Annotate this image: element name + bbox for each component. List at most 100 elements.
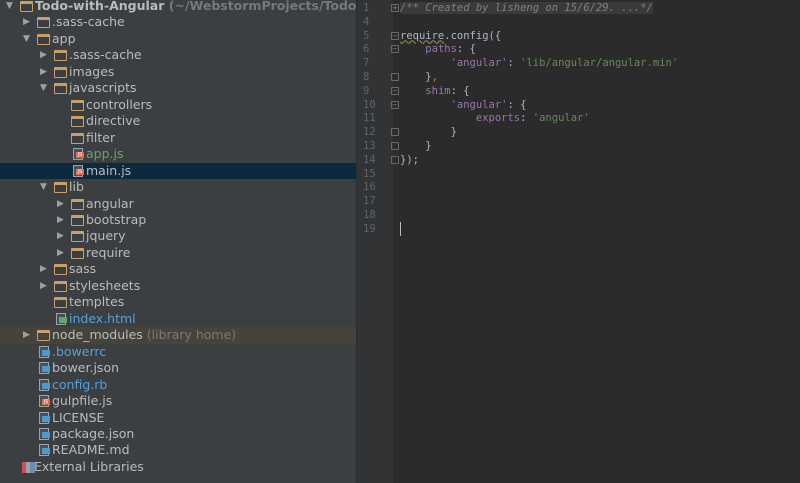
- tree-item[interactable]: ▶ node_modules (library home): [0, 327, 356, 344]
- tree-item[interactable]: LICENSE: [0, 410, 356, 427]
- tree-item[interactable]: controllers: [0, 97, 356, 114]
- folder-icon: [71, 247, 84, 259]
- tree-item-label: bower.json: [52, 360, 120, 376]
- expand-arrow-right-icon[interactable]: ▶: [40, 64, 50, 81]
- code-line[interactable]: },: [400, 70, 438, 84]
- expand-arrow-right-icon[interactable]: ▶: [57, 212, 67, 229]
- editor-gutter: 1 4 5 6 7 8 9 10 11 12 13 14 15 16 17 18 19: [357, 0, 393, 483]
- js-file-icon: JS: [73, 148, 84, 161]
- expand-arrow-down-icon[interactable]: ▼: [23, 31, 33, 48]
- tree-item[interactable]: ▼ Todo-with-Angular (~/WebstormProjects/T…: [0, 0, 356, 15]
- folder-icon: [71, 99, 84, 111]
- tree-item[interactable]: ▶ angular: [0, 196, 356, 213]
- code-line[interactable]: shim: {: [400, 84, 469, 98]
- expand-arrow-right-icon[interactable]: ▶: [40, 47, 50, 64]
- tree-item[interactable]: JS gulpfile.js: [0, 393, 356, 410]
- code-editor[interactable]: 1 4 5 6 7 8 9 10 11 12 13 14 15 16 17 18 19 +/** Created…: [357, 0, 800, 483]
- fold-collapse-icon[interactable]: [391, 155, 399, 164]
- code-line[interactable]: exports: 'angular': [400, 111, 590, 125]
- tree-item[interactable]: External Libraries: [0, 459, 356, 476]
- tree-item-label: main.js: [86, 162, 132, 178]
- fold-collapse-icon[interactable]: [391, 142, 399, 150]
- expand-arrow-right-icon[interactable]: ▶: [57, 196, 67, 213]
- code-line[interactable]: /** Created by lisheng on 15/6/29. ...*/: [400, 1, 653, 15]
- code-line[interactable]: require.config({: [400, 29, 501, 43]
- tree-item[interactable]: JS app.js: [0, 146, 356, 163]
- line-number: 5: [363, 29, 370, 42]
- line-number: 4: [363, 15, 370, 28]
- tree-item-label: gulpfile.js: [52, 393, 113, 409]
- expand-arrow-right-icon[interactable]: ▶: [57, 245, 67, 262]
- tree-item-label: jquery: [86, 228, 126, 244]
- tree-item-label: Todo-with-Angular (~/WebstormProjects/To…: [35, 0, 356, 15]
- code-line[interactable]: }: [400, 139, 431, 153]
- folder-icon: [54, 264, 67, 276]
- folder-icon: [71, 132, 84, 144]
- tree-item-label: .sass-cache: [69, 47, 142, 63]
- folder-icon: [54, 280, 67, 292]
- tree-item[interactable]: ▶ sass: [0, 261, 356, 278]
- code-line[interactable]: paths: {: [400, 42, 476, 56]
- expand-arrow-right-icon[interactable]: ▶: [23, 327, 33, 344]
- tree-item[interactable]: filter: [0, 130, 356, 147]
- fold-collapse-icon[interactable]: −: [391, 100, 399, 109]
- folder-icon: [20, 1, 33, 12]
- tree-item[interactable]: ▶ .sass-cache: [0, 47, 356, 64]
- fold-collapse-icon[interactable]: [391, 128, 399, 137]
- line-number: 1: [363, 2, 370, 14]
- code-line[interactable]: });: [400, 153, 419, 167]
- tree-item-label: lib: [69, 179, 84, 195]
- text-caret: [400, 221, 401, 236]
- code-line[interactable]: 'angular': 'lib/angular/angular.min': [400, 56, 679, 70]
- json-file-icon: [39, 362, 50, 375]
- tree-item-label: templtes: [69, 294, 125, 310]
- code-line[interactable]: 'angular': {: [400, 98, 527, 112]
- tree-item-label: index.html: [69, 310, 136, 326]
- tree-item-label: filter: [86, 129, 116, 145]
- html-file-icon: [56, 312, 67, 325]
- expand-arrow-down-icon[interactable]: ▼: [6, 0, 16, 15]
- tree-item[interactable]: ▶ require: [0, 245, 356, 262]
- tree-item[interactable]: ▶ images: [0, 64, 356, 81]
- tree-item-label: bootstrap: [86, 211, 147, 227]
- folder-icon: [37, 17, 50, 29]
- line-number: 6: [363, 43, 370, 56]
- fold-collapse-icon[interactable]: −: [391, 45, 399, 54]
- fold-collapse-icon[interactable]: [391, 73, 399, 81]
- line-number: 16: [363, 181, 376, 194]
- expand-arrow-right-icon[interactable]: ▶: [40, 278, 50, 295]
- tree-item[interactable]: ▶ bootstrap: [0, 212, 356, 229]
- tree-item[interactable]: README.md: [0, 442, 356, 459]
- tree-item-label: stylesheets: [69, 277, 141, 293]
- line-number: 13: [363, 140, 376, 152]
- tree-item[interactable]: ▶ jquery: [0, 228, 356, 245]
- tree-item[interactable]: index.html: [0, 311, 356, 328]
- tree-item-label: directive: [86, 113, 141, 129]
- tree-item-label: External Libraries: [34, 458, 144, 474]
- tree-item[interactable]: directive: [0, 113, 356, 130]
- tree-item[interactable]: ▶ stylesheets: [0, 278, 356, 295]
- tree-item[interactable]: ▶ .sass-cache: [0, 14, 356, 31]
- code-line[interactable]: }: [400, 125, 457, 139]
- expand-arrow-right-icon[interactable]: ▶: [40, 261, 50, 278]
- expand-arrow-down-icon[interactable]: ▼: [40, 179, 50, 196]
- expand-arrow-right-icon[interactable]: ▶: [57, 228, 67, 245]
- tree-item[interactable]: templtes: [0, 294, 356, 311]
- fold-collapse-icon[interactable]: −: [391, 86, 399, 95]
- expand-arrow-down-icon[interactable]: ▼: [40, 80, 50, 97]
- tree-item[interactable]: ▼ javascripts: [0, 80, 356, 97]
- tree-item[interactable]: package.json: [0, 426, 356, 443]
- expand-arrow-right-icon[interactable]: ▶: [23, 14, 33, 31]
- tree-item[interactable]: ▼ app: [0, 31, 356, 48]
- fold-expand-icon[interactable]: +: [391, 4, 399, 12]
- tree-item[interactable]: bower.json: [0, 360, 356, 377]
- tree-item[interactable]: config.rb: [0, 377, 356, 394]
- tree-item-label: require: [86, 244, 131, 260]
- tree-item-label: config.rb: [52, 376, 108, 392]
- fold-collapse-icon[interactable]: −: [391, 31, 399, 40]
- tree-item[interactable]: JS main.js: [0, 162, 356, 180]
- json-file-icon: [39, 427, 50, 440]
- tree-item[interactable]: ▼ lib: [0, 179, 356, 196]
- line-number: 17: [363, 195, 376, 208]
- tree-item[interactable]: .bowerrc: [0, 344, 356, 361]
